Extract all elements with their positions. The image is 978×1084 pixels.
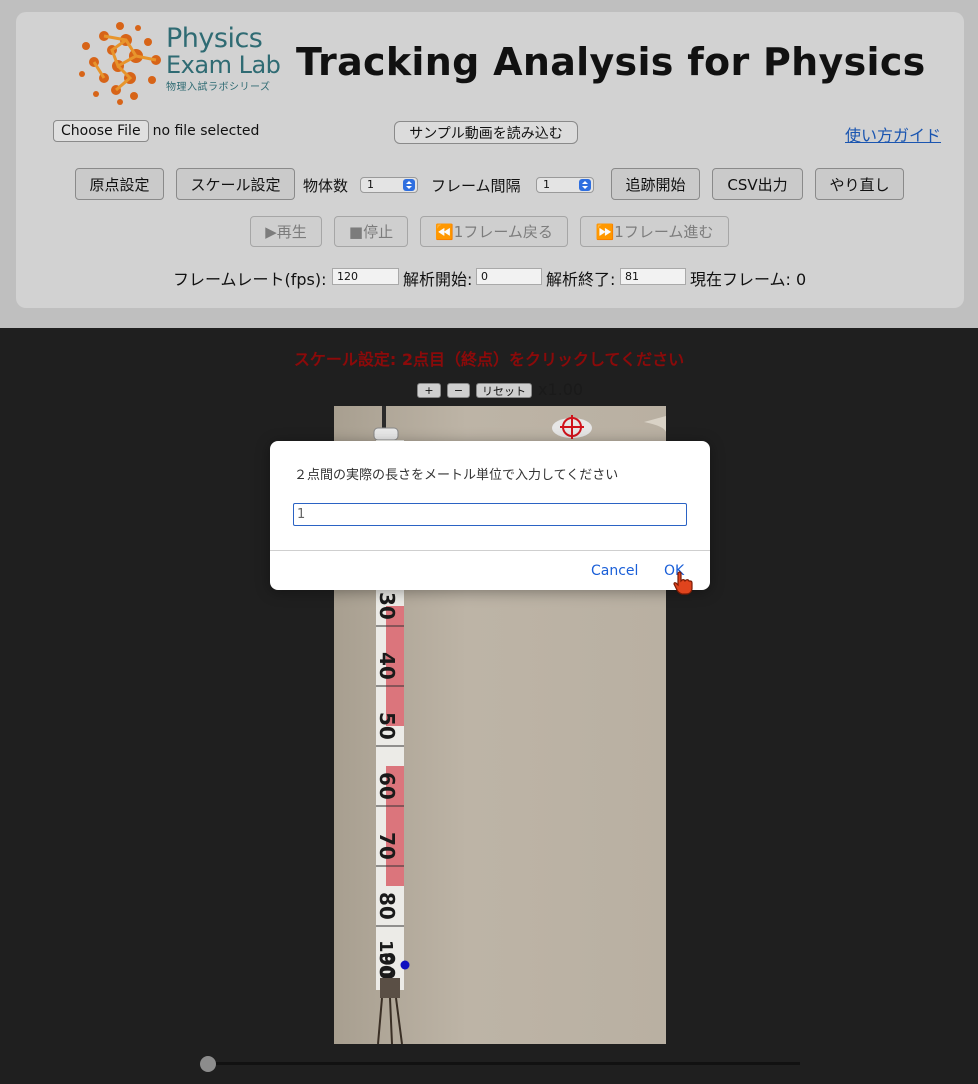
redo-button[interactable]: やり直し [815,168,904,200]
play-button[interactable]: ▶再生 [250,216,322,247]
physics-exam-lab-logo: Physics Exam Lab 物理入試ラボシリーズ [76,20,286,106]
current-frame-readout: 現在フレーム: 0 [690,270,807,289]
zoom-level-readout: x1.00 [538,380,584,399]
hand-pointer-cursor-icon [673,571,693,595]
file-picker: Choose File no file selected [53,120,259,142]
object-count-select[interactable]: 1 [360,177,418,193]
file-status-text: no file selected [152,123,260,139]
select-arrows-icon [579,179,591,191]
zoom-reset-button[interactable]: リセット [476,383,532,398]
frame-interval-select[interactable]: 1 [536,177,594,193]
set-scale-button[interactable]: スケール設定 [176,168,295,200]
ruler-mark-70: 70 [375,832,399,860]
zoom-out-button[interactable]: − [447,383,470,398]
ruler-mark-60: 60 [375,772,399,800]
fps-input[interactable]: 120 [332,268,399,285]
load-sample-video-button[interactable]: サンプル動画を読み込む [394,121,578,144]
ruler-mark-80: 80 [375,892,399,920]
start-tracking-button[interactable]: 追跡開始 [611,168,700,200]
logo-wordmark: Physics Exam Lab 物理入試ラボシリーズ [166,23,281,95]
usage-guide-link[interactable]: 使い方ガイド [845,122,941,146]
fps-label: フレームレート(fps): [173,270,327,289]
set-origin-button[interactable]: 原点設定 [75,168,164,200]
logo-line1: Physics [166,23,263,54]
logo-line2: Exam Lab [166,51,281,79]
analysis-end-input[interactable]: 81 [620,268,686,285]
analysis-start-label: 解析開始: [403,270,473,289]
molecule-logo-icon [79,22,161,105]
ruler-mark-50: 50 [375,712,399,740]
analysis-end-label: 解析終了: [546,270,616,289]
select-arrows-icon [403,179,415,191]
object-count-value: 1 [367,178,374,191]
frame-slider-thumb[interactable] [200,1056,216,1072]
ruler-mark-30: 30 [375,592,399,620]
frame-slider-track[interactable] [208,1062,800,1065]
ruler-mark-40: 40 [375,652,399,680]
scale-point-marker [400,960,410,970]
stop-button[interactable]: ■停止 [334,216,408,247]
scale-length-prompt: ２点間の実際の長さをメートル単位で入力してください 1 Cancel OK [270,441,710,590]
analysis-start-input[interactable]: 0 [476,268,542,285]
frame-interval-label: フレーム間隔 [431,177,521,195]
dialog-divider [270,550,710,551]
choose-file-button[interactable]: Choose File [53,120,149,142]
zoom-in-button[interactable]: + [417,383,441,398]
cancel-button[interactable]: Cancel [591,563,638,579]
csv-export-button[interactable]: CSV出力 [712,168,803,200]
prompt-message: ２点間の実際の長さをメートル単位で入力してください [294,468,619,483]
length-input[interactable]: 1 [293,503,687,526]
instruction-text: スケール設定: 2点目（終点）をクリックしてください [293,350,685,369]
frame-interval-value: 1 [543,178,550,191]
ruler-mark-100: 100 [375,940,396,978]
logo-tagline: 物理入試ラボシリーズ [166,82,271,93]
previous-frame-button[interactable]: ⏪1フレーム戻る [420,216,568,247]
object-count-label: 物体数 [303,177,349,195]
next-frame-button[interactable]: ⏩1フレーム進む [580,216,729,247]
page-title: Tracking Analysis for Physics [296,40,926,84]
